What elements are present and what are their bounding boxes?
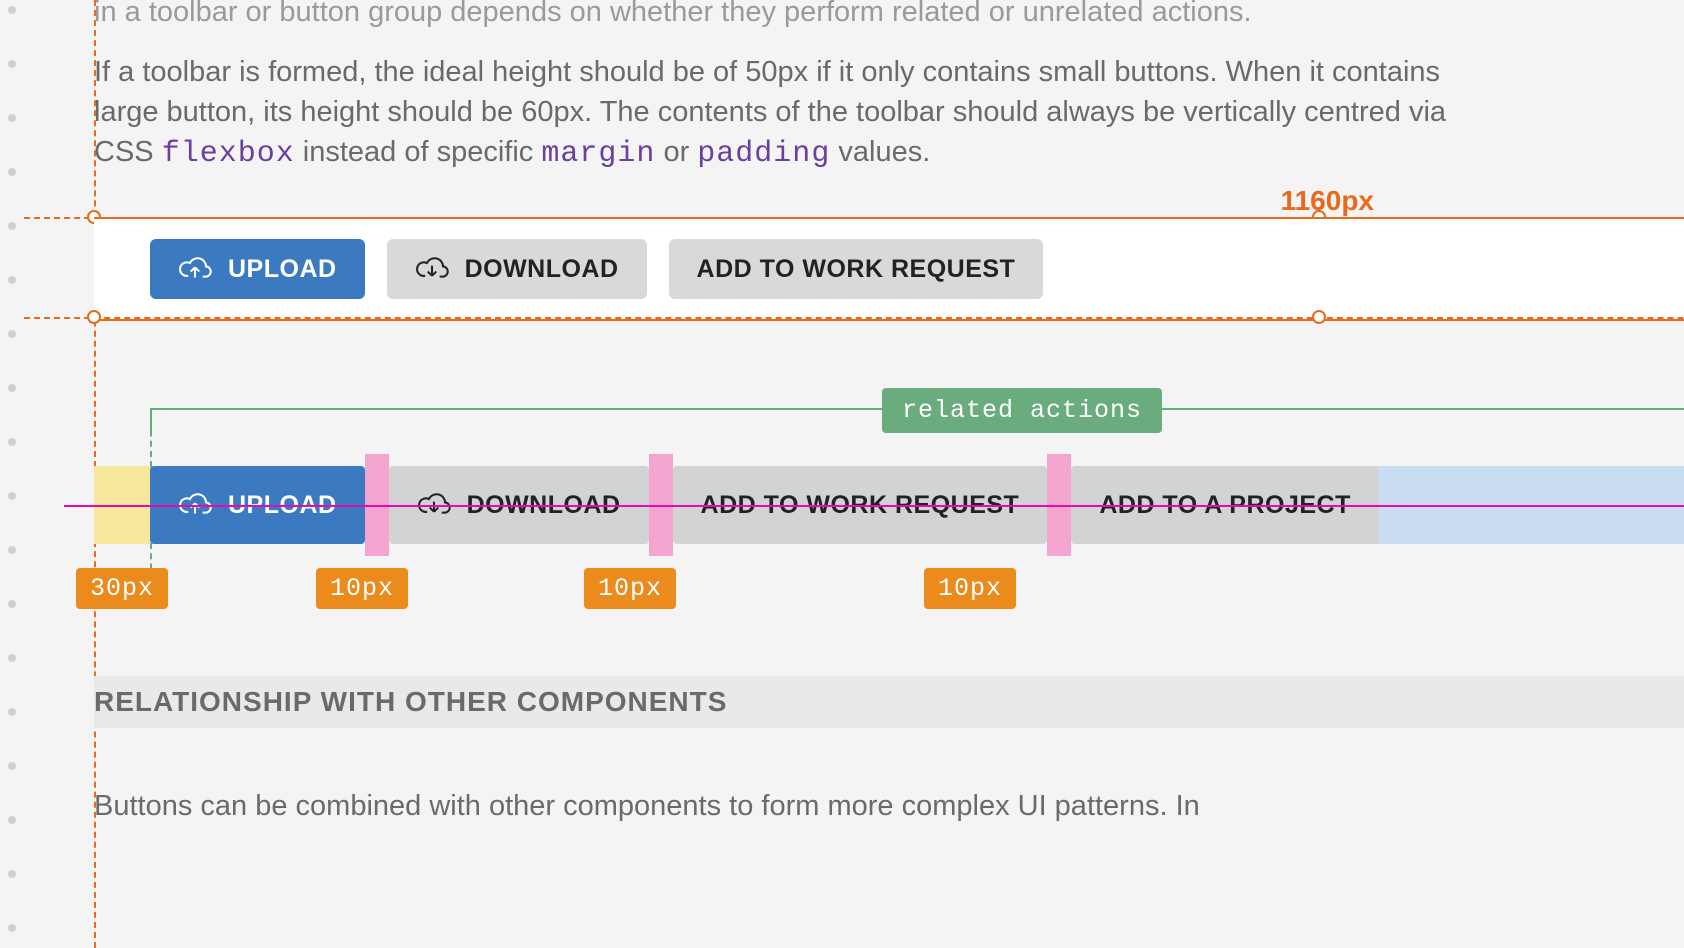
- ruler-dots: [0, 0, 24, 948]
- px-tag-gap3: 10px: [924, 568, 1016, 609]
- guide-bottom-dashed: [24, 317, 1684, 319]
- button-label: ADD TO WORK REQUEST: [701, 491, 1020, 520]
- button-label: UPLOAD: [228, 255, 337, 284]
- code-margin: margin: [541, 137, 655, 171]
- related-actions-bracket: related actions: [150, 408, 1684, 432]
- intro-p2b: instead of specific: [295, 136, 542, 168]
- section-heading-text: RELATIONSHIP WITH OTHER COMPONENTS: [94, 686, 727, 717]
- width-annotation: 1160px: [1281, 185, 1374, 217]
- toolbar-row: UPLOAD DOWNLOAD ADD TO WORK REQUEST ADD …: [150, 466, 1379, 544]
- button-label: DOWNLOAD: [467, 491, 621, 520]
- download-button[interactable]: DOWNLOAD: [389, 466, 649, 544]
- outro-paragraph-cut: Buttons can be combined with other compo…: [94, 786, 1464, 826]
- upload-button[interactable]: UPLOAD: [150, 239, 365, 299]
- download-button[interactable]: DOWNLOAD: [387, 239, 647, 299]
- intro-p2d: values.: [830, 136, 930, 168]
- button-label: ADD TO A PROJECT: [1099, 491, 1351, 520]
- add-to-project-button[interactable]: ADD TO A PROJECT: [1071, 466, 1379, 544]
- gap-highlight: [365, 466, 389, 544]
- intro-paragraph-cut: in a toolbar or button group depends on …: [94, 0, 1464, 32]
- left-gap-highlight: [94, 466, 150, 544]
- px-tag-gap2: 10px: [584, 568, 676, 609]
- gap-highlight: [1047, 466, 1071, 544]
- cloud-down-icon: [417, 492, 451, 518]
- px-tag-left: 30px: [76, 568, 168, 609]
- toolbar-demo-2: UPLOAD DOWNLOAD ADD TO WORK REQUEST ADD …: [94, 466, 1684, 544]
- section-heading-relationship: RELATIONSHIP WITH OTHER COMPONENTS: [94, 676, 1684, 728]
- button-label: ADD TO WORK REQUEST: [697, 255, 1016, 284]
- button-label: UPLOAD: [228, 491, 337, 520]
- cloud-up-icon: [178, 492, 212, 518]
- toolbar-demo-1: UPLOAD DOWNLOAD ADD TO WORK REQUEST: [94, 217, 1684, 321]
- guide-handle: [87, 310, 101, 324]
- intro-p2c: or: [655, 136, 697, 168]
- add-work-request-button[interactable]: ADD TO WORK REQUEST: [673, 466, 1048, 544]
- add-work-request-button[interactable]: ADD TO WORK REQUEST: [669, 239, 1044, 299]
- px-tag-gap1: 10px: [316, 568, 408, 609]
- button-label: DOWNLOAD: [465, 255, 619, 284]
- related-actions-label: related actions: [882, 388, 1162, 433]
- cloud-down-icon: [415, 256, 449, 282]
- toolbar-row: UPLOAD DOWNLOAD ADD TO WORK REQUEST: [150, 239, 1043, 299]
- intro-paragraph-2: If a toolbar is formed, the ideal height…: [94, 52, 1464, 175]
- cloud-up-icon: [178, 256, 212, 282]
- upload-button[interactable]: UPLOAD: [150, 466, 365, 544]
- guide-handle: [1312, 310, 1326, 324]
- gap-highlight: [649, 466, 673, 544]
- code-padding: padding: [697, 137, 830, 171]
- code-flexbox: flexbox: [162, 137, 295, 171]
